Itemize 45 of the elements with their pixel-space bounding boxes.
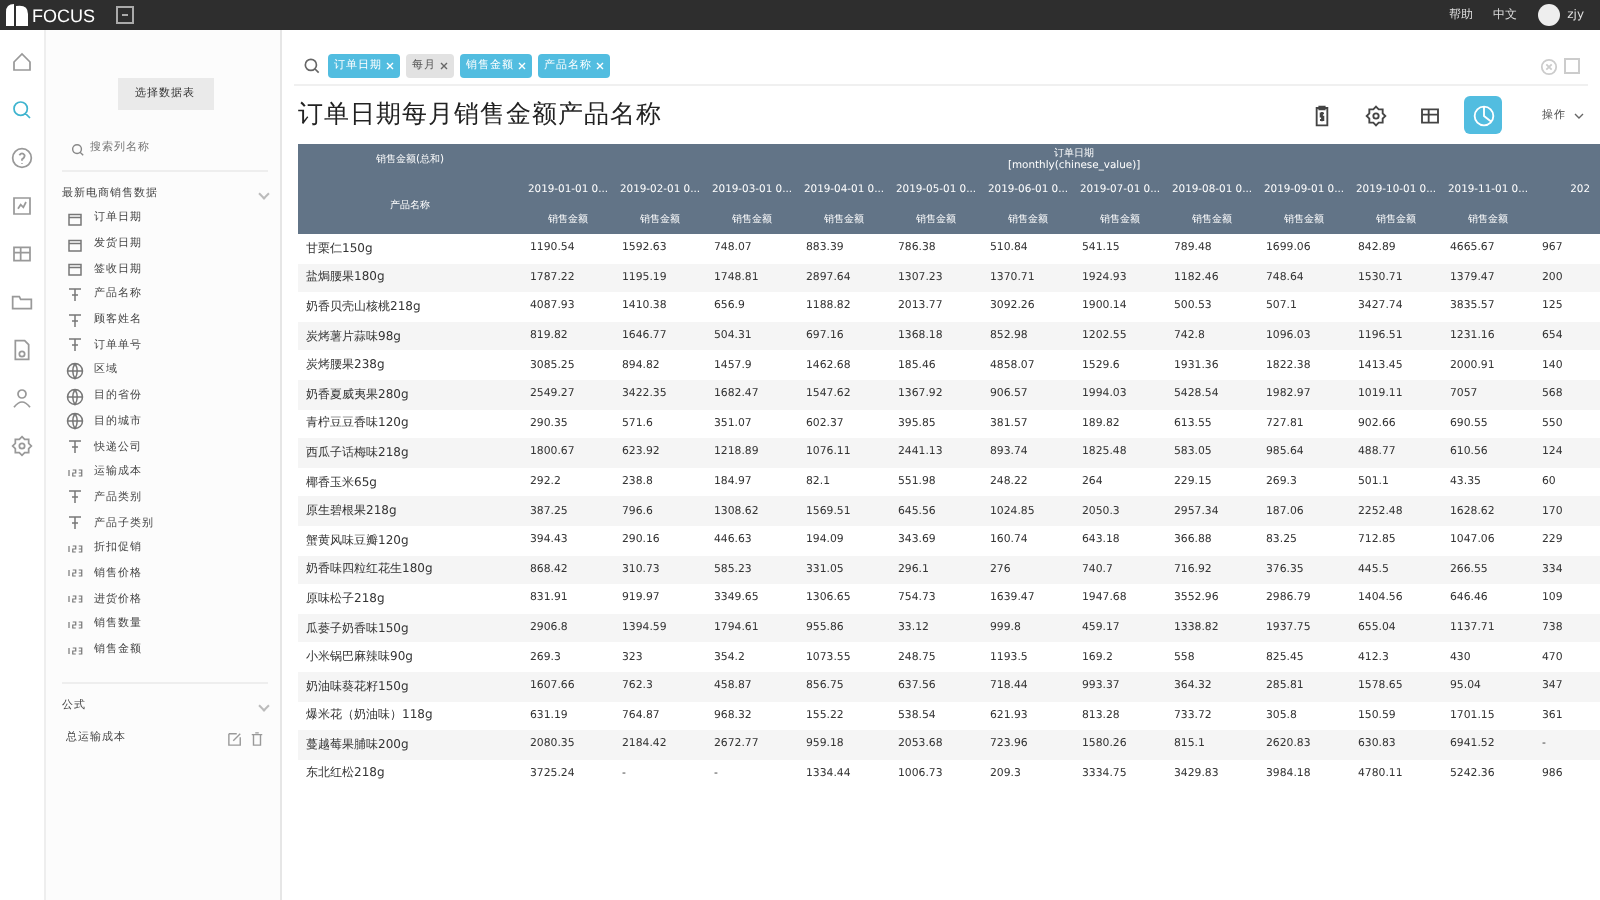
page-title: 订单日期每月销售金额产品名称 (298, 98, 662, 132)
text-type-icon (66, 514, 84, 533)
calendar-icon (66, 209, 84, 228)
number-type-icon (66, 590, 84, 609)
logo-text: FOCUS (32, 5, 95, 25)
number-type-icon (66, 641, 84, 660)
clear-icon[interactable] (1540, 57, 1558, 75)
number-type-icon (66, 539, 84, 558)
calendar-icon (66, 235, 84, 254)
close-icon[interactable] (440, 62, 448, 70)
chevron-icon[interactable] (258, 188, 270, 200)
text-type-icon (66, 488, 84, 507)
user-icon[interactable] (10, 386, 34, 410)
number-type-icon (66, 463, 84, 482)
search-icon[interactable] (10, 98, 34, 122)
table-icon (1417, 103, 1441, 127)
collapse-icon[interactable] (115, 6, 133, 24)
square-icon[interactable] (1564, 58, 1580, 74)
search-icon (70, 141, 86, 157)
text-type-icon (66, 438, 84, 457)
text-type-icon (66, 311, 84, 330)
help-icon[interactable] (10, 146, 34, 170)
text-type-icon (66, 285, 84, 304)
chart-icon[interactable] (10, 194, 34, 218)
home-icon[interactable] (10, 50, 34, 74)
avatar[interactable] (1537, 4, 1560, 26)
calendar-icon (66, 260, 84, 279)
trash-icon[interactable] (250, 731, 264, 746)
text-type-icon (66, 336, 84, 355)
table-icon[interactable] (10, 242, 34, 266)
edit-icon[interactable] (228, 731, 242, 746)
logo-icon (6, 4, 28, 26)
settings-icon (1363, 103, 1387, 127)
globe-icon (66, 412, 84, 431)
settings-icon[interactable] (10, 434, 34, 458)
number-type-icon (66, 564, 84, 583)
search-icon (302, 56, 322, 76)
pie-icon (1471, 103, 1495, 127)
number-type-icon (66, 615, 84, 634)
chevron-icon[interactable] (258, 701, 270, 713)
file-icon[interactable] (10, 338, 34, 362)
globe-icon (66, 387, 84, 406)
chevron-icon (1574, 111, 1584, 119)
folder-icon[interactable] (10, 290, 34, 314)
globe-icon (66, 361, 84, 380)
